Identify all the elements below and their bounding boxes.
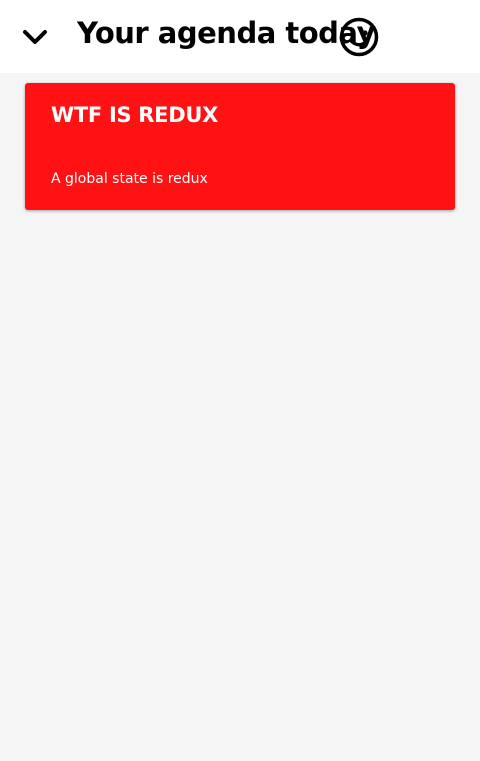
app-header: Your agenda today — [0, 0, 480, 73]
agenda-card-description: A global state is redux — [51, 171, 208, 187]
agenda-card-title: WTF IS REDUX — [51, 103, 218, 127]
chevron-down-icon — [23, 30, 47, 44]
page-title: Your agenda today — [77, 16, 376, 50]
collapse-button[interactable] — [20, 24, 50, 50]
smiley-icon[interactable] — [338, 16, 380, 58]
agenda-card[interactable]: WTF IS REDUX A global state is redux — [25, 83, 455, 210]
